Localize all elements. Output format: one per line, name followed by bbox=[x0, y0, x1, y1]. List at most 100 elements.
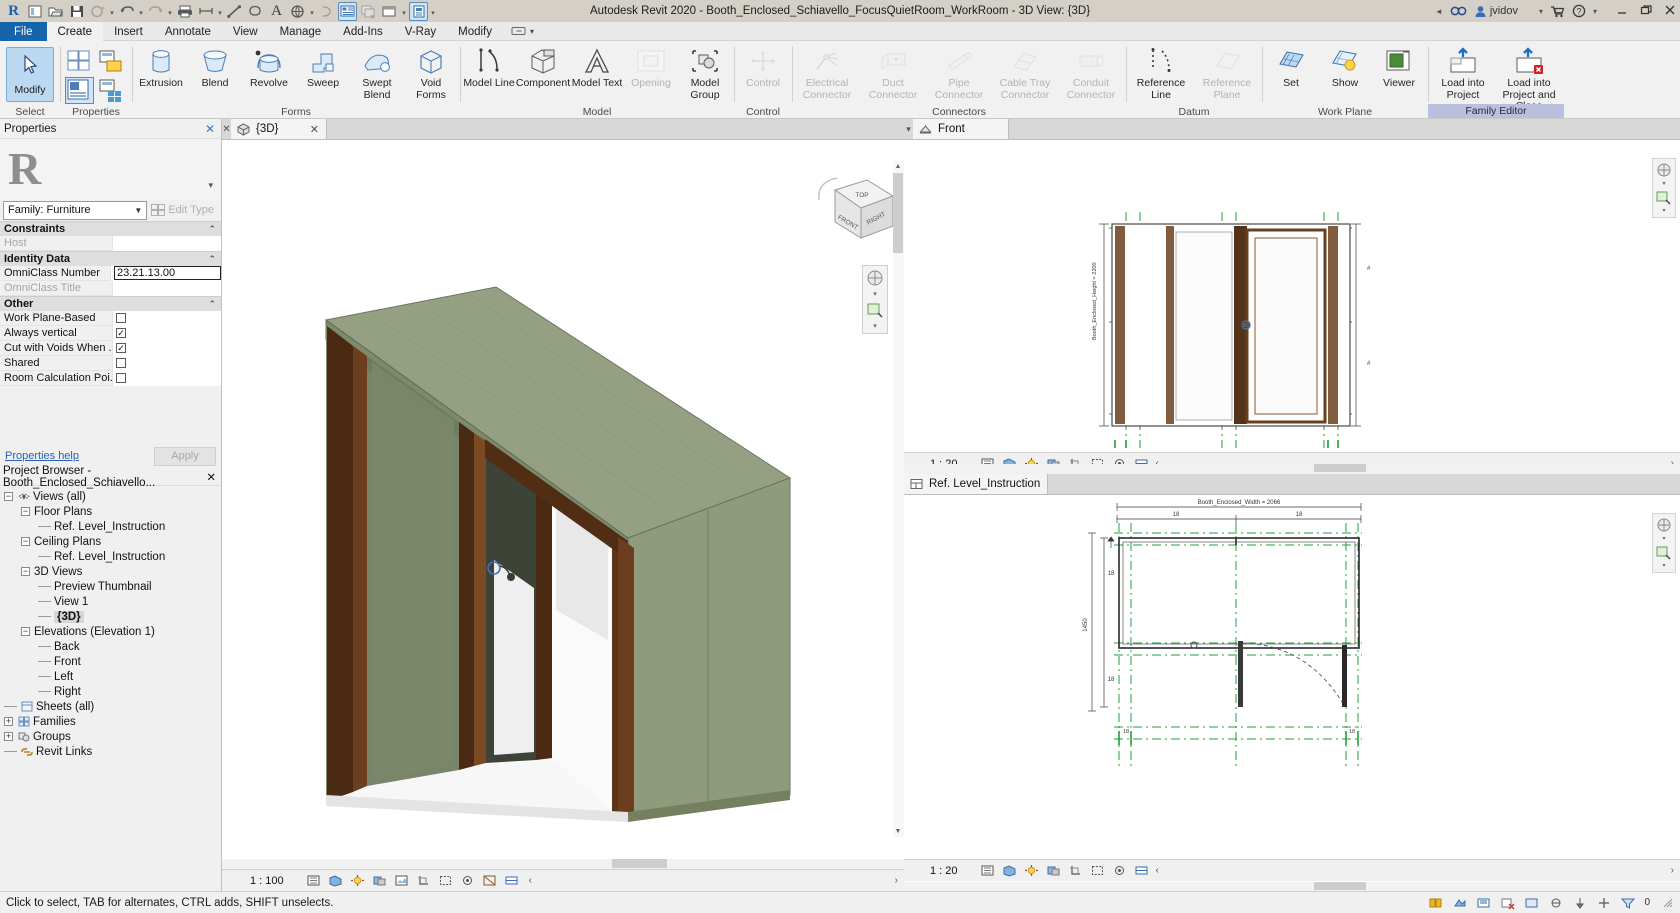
editing-requests-icon[interactable] bbox=[1476, 895, 1491, 910]
steering-wheel-caret-icon[interactable]: ▾ bbox=[1662, 535, 1665, 542]
ribbon-tab-v-ray[interactable]: V-Ray bbox=[394, 22, 447, 41]
properties-section-identity-data[interactable]: Identity Data ⌃ bbox=[0, 251, 221, 266]
print-icon[interactable] bbox=[175, 2, 194, 21]
property-value-cell[interactable]: 23.21.13.00 bbox=[110, 265, 221, 281]
view-ref-level-scale[interactable]: 1 : 20 bbox=[930, 865, 958, 877]
design-options-icon[interactable] bbox=[1452, 895, 1467, 910]
temporary-hide-isolate-icon[interactable] bbox=[460, 873, 475, 888]
property-row[interactable]: Cut with Voids When ... ✓ bbox=[0, 340, 221, 356]
view-control-more-icon[interactable]: › bbox=[1671, 865, 1680, 876]
property-row[interactable]: OmniClass Title bbox=[0, 280, 221, 296]
ribbon-button-extrusion[interactable]: Extrusion bbox=[134, 44, 188, 90]
property-row[interactable]: Work Plane-Based bbox=[0, 310, 221, 326]
detail-level-icon[interactable] bbox=[980, 863, 995, 878]
worksets-icon[interactable] bbox=[1428, 895, 1443, 910]
property-checkbox[interactable] bbox=[116, 313, 126, 323]
view-control-more-icon[interactable]: › bbox=[895, 875, 904, 886]
ribbon-options-caret-icon[interactable]: ▾ bbox=[511, 22, 534, 40]
tree-node[interactable]: Ref. Level_Instruction bbox=[0, 519, 221, 534]
tree-expander-icon[interactable]: + bbox=[4, 732, 13, 741]
ribbon-tab-manage[interactable]: Manage bbox=[269, 22, 333, 41]
view-control-expand-icon[interactable]: ‹ bbox=[529, 875, 532, 886]
view-tab-close-all-icon[interactable]: ✕ bbox=[222, 119, 231, 139]
property-checkbox[interactable]: ✓ bbox=[116, 343, 126, 353]
tree-node[interactable]: Front bbox=[0, 654, 221, 669]
property-checkbox[interactable] bbox=[116, 358, 126, 368]
3d-view-caret-icon[interactable]: ▾ bbox=[309, 2, 315, 21]
property-checkbox[interactable]: ✓ bbox=[116, 328, 126, 338]
autodesk-apps-caret-icon[interactable]: ▾ bbox=[1539, 7, 1543, 16]
open-icon[interactable] bbox=[46, 2, 65, 21]
tree-node[interactable]: Preview Thumbnail bbox=[0, 579, 221, 594]
minimize-button[interactable] bbox=[1616, 4, 1628, 19]
ribbon-tab-create[interactable]: Create bbox=[46, 22, 104, 41]
ref-level-navigation-bar[interactable]: ▾ ▾ bbox=[1652, 513, 1676, 573]
ribbon-button-model-text[interactable]: Model Text bbox=[570, 44, 624, 90]
tree-expander-icon[interactable]: − bbox=[21, 627, 30, 636]
section-icon[interactable] bbox=[317, 2, 336, 21]
measure-icon[interactable] bbox=[225, 2, 244, 21]
view-tab-bar[interactable]: ✕ {3D} ✕ bbox=[222, 119, 904, 140]
ribbon-button-swept-blend[interactable]: Swept Blend bbox=[350, 44, 404, 101]
status-bar-icons[interactable]: 0 bbox=[1428, 895, 1674, 910]
tree-expander-icon[interactable]: + bbox=[4, 717, 13, 726]
properties-section-other[interactable]: Other ⌃ bbox=[0, 296, 221, 311]
tree-node[interactable]: Ref. Level_Instruction bbox=[0, 549, 221, 564]
section-collapse-icon[interactable]: ⌃ bbox=[208, 224, 216, 235]
sun-path-icon[interactable] bbox=[350, 873, 365, 888]
ribbon-tab-file[interactable]: File bbox=[0, 22, 47, 41]
drag-elements-icon[interactable] bbox=[1596, 895, 1611, 910]
active-workset-icon[interactable] bbox=[1524, 895, 1539, 910]
view-3d-vertical-scrollbar[interactable]: ▲ ▼ bbox=[893, 161, 904, 837]
property-row[interactable]: OmniClass Number 23.21.13.00 bbox=[0, 265, 221, 281]
scroll-up-arrow-icon[interactable]: ▲ bbox=[893, 161, 903, 172]
view-3d-scale[interactable]: 1 : 100 bbox=[250, 875, 284, 887]
view-ref-level-tab-bar[interactable]: Ref. Level_Instruction bbox=[904, 474, 1680, 495]
type-properties-icon[interactable] bbox=[65, 48, 94, 75]
tag-icon[interactable] bbox=[246, 2, 265, 21]
scroll-thumb-h[interactable] bbox=[1314, 464, 1366, 472]
section-collapse-icon[interactable]: ⌃ bbox=[208, 254, 216, 265]
ribbon-button-set[interactable]: Set bbox=[1264, 44, 1318, 90]
tree-node[interactable]: Left bbox=[0, 669, 221, 684]
save-icon[interactable] bbox=[67, 2, 86, 21]
user-account[interactable]: jvidov bbox=[1474, 5, 1518, 18]
view-3d-horizontal-scrollbar[interactable] bbox=[222, 859, 904, 869]
property-row[interactable]: Always vertical ✓ bbox=[0, 325, 221, 341]
property-value-cell[interactable]: ✓ bbox=[112, 340, 221, 356]
customize-qat-icon[interactable]: ▾ bbox=[430, 2, 436, 21]
property-input[interactable]: 23.21.13.00 bbox=[114, 266, 221, 280]
property-value-cell[interactable] bbox=[112, 310, 221, 326]
zoom-caret-icon[interactable]: ▾ bbox=[873, 322, 877, 330]
family-category-icon[interactable] bbox=[97, 48, 126, 75]
ribbon-tab-bar[interactable]: File Create Insert Annotate View Manage Add-In… bbox=[0, 22, 1680, 41]
crop-view-icon[interactable] bbox=[416, 873, 431, 888]
tree-node[interactable]: − Elevations (Elevation 1) bbox=[0, 624, 221, 639]
quick-access-toolbar[interactable]: R ▾ ▾ ▾ ▾ A ▾ ▾ ▾ bbox=[0, 0, 436, 22]
scroll-thumb-h[interactable] bbox=[612, 859, 667, 868]
tree-node[interactable]: View 1 bbox=[0, 594, 221, 609]
edit-type-button[interactable]: Edit Type bbox=[151, 204, 218, 216]
ribbon-button-viewer[interactable]: Viewer bbox=[1372, 44, 1426, 90]
view-ref-level-control-bar[interactable]: 1 : 20 ‹ › bbox=[904, 859, 1680, 881]
select-pinned-icon[interactable] bbox=[1572, 895, 1587, 910]
ribbon-button-show[interactable]: Show bbox=[1318, 44, 1372, 90]
default-3d-view-icon[interactable] bbox=[288, 2, 307, 21]
view-front-tab-bar[interactable]: ▾ Front bbox=[904, 119, 1680, 140]
ribbon-button-blend[interactable]: Blend bbox=[188, 44, 242, 90]
shadows-icon[interactable] bbox=[372, 873, 387, 888]
analytical-model-icon[interactable] bbox=[504, 873, 519, 888]
ribbon-button-void-forms[interactable]: Void Forms bbox=[404, 44, 458, 101]
ribbon-tab-insert[interactable]: Insert bbox=[103, 22, 154, 41]
exclude-options-icon[interactable] bbox=[1500, 895, 1515, 910]
restore-button[interactable] bbox=[1640, 4, 1652, 19]
family-parameter-icon[interactable] bbox=[97, 77, 126, 104]
property-row[interactable]: Shared bbox=[0, 355, 221, 371]
visual-style-icon[interactable] bbox=[328, 873, 343, 888]
tree-node[interactable]: + Families bbox=[0, 714, 221, 729]
close-button[interactable] bbox=[1664, 4, 1676, 19]
tree-expander-icon[interactable]: − bbox=[21, 537, 30, 546]
view-ref-level-canvas[interactable]: Booth_Enclosed_Width = 2066 18 18 1450 1… bbox=[904, 495, 1680, 868]
modify-button[interactable]: Modify bbox=[6, 47, 54, 102]
temporary-hide-isolate-icon[interactable] bbox=[1112, 863, 1127, 878]
